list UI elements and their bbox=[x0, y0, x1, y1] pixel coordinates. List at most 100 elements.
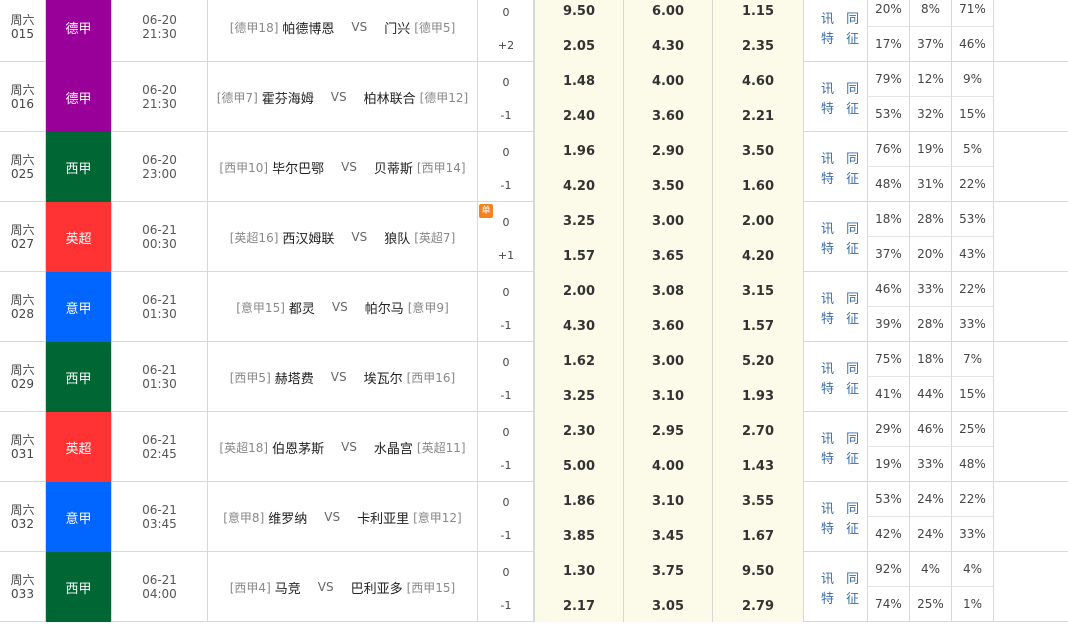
odds-value[interactable]: 3.45 bbox=[624, 529, 712, 544]
odds-value[interactable]: 1.96 bbox=[535, 144, 623, 159]
odds-lose[interactable]: 2.70 1.43 bbox=[713, 412, 804, 482]
odds-value[interactable]: 3.08 bbox=[624, 284, 712, 299]
odds-value[interactable]: 1.57 bbox=[713, 319, 803, 334]
odds-value[interactable]: 3.60 bbox=[624, 319, 712, 334]
odds-value[interactable]: 3.55 bbox=[713, 494, 803, 509]
info-link[interactable]: 讯 同 bbox=[821, 78, 863, 97]
odds-value[interactable]: 4.00 bbox=[624, 459, 712, 474]
away-team-link[interactable]: 门兴 bbox=[384, 18, 410, 37]
odds-value[interactable]: 1.15 bbox=[713, 4, 803, 19]
odds-value[interactable]: 9.50 bbox=[535, 4, 623, 19]
feature-link[interactable]: 特 征 bbox=[821, 588, 863, 607]
odds-value[interactable]: 3.85 bbox=[535, 529, 623, 544]
odds-value[interactable]: 3.00 bbox=[624, 354, 712, 369]
odds-lose[interactable]: 3.15 1.57 bbox=[713, 272, 804, 342]
league-badge[interactable]: 德甲 bbox=[46, 62, 112, 132]
away-team-link[interactable]: 贝蒂斯 bbox=[374, 158, 413, 177]
league-badge[interactable]: 西甲 bbox=[46, 342, 112, 412]
away-team-link[interactable]: 巴利亚多 bbox=[351, 578, 403, 597]
odds-lose[interactable]: 4.60 2.21 bbox=[713, 62, 804, 132]
odds-value[interactable]: 3.10 bbox=[624, 389, 712, 404]
odds-draw[interactable]: 3.00 3.65 bbox=[624, 202, 713, 272]
odds-lose[interactable]: 1.15 2.35 bbox=[713, 0, 804, 62]
odds-value[interactable]: 1.48 bbox=[535, 74, 623, 89]
odds-value[interactable]: 1.67 bbox=[713, 529, 803, 544]
league-badge[interactable]: 意甲 bbox=[46, 272, 112, 342]
odds-win[interactable]: 1.48 2.40 bbox=[534, 62, 624, 132]
odds-value[interactable]: 2.95 bbox=[624, 424, 712, 439]
feature-link[interactable]: 特 征 bbox=[821, 98, 863, 117]
odds-value[interactable]: 1.43 bbox=[713, 459, 803, 474]
odds-value[interactable]: 2.00 bbox=[713, 214, 803, 229]
odds-value[interactable]: 1.86 bbox=[535, 494, 623, 509]
league-badge[interactable]: 意甲 bbox=[46, 482, 112, 552]
odds-lose[interactable]: 2.00 4.20 bbox=[713, 202, 804, 272]
feature-link[interactable]: 特 征 bbox=[821, 168, 863, 187]
odds-value[interactable]: 2.79 bbox=[713, 599, 803, 614]
odds-win[interactable]: 1.96 4.20 bbox=[534, 132, 624, 202]
home-team-link[interactable]: 维罗纳 bbox=[268, 508, 307, 527]
home-team-link[interactable]: 马竞 bbox=[275, 578, 301, 597]
odds-value[interactable]: 1.62 bbox=[535, 354, 623, 369]
odds-value[interactable]: 3.05 bbox=[624, 599, 712, 614]
odds-draw[interactable]: 3.00 3.10 bbox=[624, 342, 713, 412]
feature-link[interactable]: 特 征 bbox=[821, 518, 863, 537]
odds-value[interactable]: 4.60 bbox=[713, 74, 803, 89]
odds-value[interactable]: 1.93 bbox=[713, 389, 803, 404]
home-team-link[interactable]: 赫塔费 bbox=[275, 368, 314, 387]
odds-value[interactable]: 2.90 bbox=[624, 144, 712, 159]
odds-win[interactable]: 3.25 1.57 bbox=[534, 202, 624, 272]
odds-value[interactable]: 2.05 bbox=[535, 39, 623, 54]
odds-value[interactable]: 5.00 bbox=[535, 459, 623, 474]
odds-value[interactable]: 4.30 bbox=[624, 39, 712, 54]
odds-value[interactable]: 2.21 bbox=[713, 109, 803, 124]
home-team-link[interactable]: 霍芬海姆 bbox=[262, 88, 314, 107]
info-link[interactable]: 讯 同 bbox=[821, 218, 863, 237]
away-team-link[interactable]: 卡利亚里 bbox=[357, 508, 409, 527]
home-team-link[interactable]: 伯恩茅斯 bbox=[272, 438, 324, 457]
odds-value[interactable]: 2.35 bbox=[713, 39, 803, 54]
league-badge[interactable]: 德甲 bbox=[46, 0, 112, 62]
odds-lose[interactable]: 3.55 1.67 bbox=[713, 482, 804, 552]
feature-link[interactable]: 特 征 bbox=[821, 448, 863, 467]
odds-value[interactable]: 3.50 bbox=[624, 179, 712, 194]
info-link[interactable]: 讯 同 bbox=[821, 498, 863, 517]
odds-value[interactable]: 4.00 bbox=[624, 74, 712, 89]
odds-value[interactable]: 3.50 bbox=[713, 144, 803, 159]
odds-value[interactable]: 1.60 bbox=[713, 179, 803, 194]
info-link[interactable]: 讯 同 bbox=[821, 288, 863, 307]
league-badge[interactable]: 英超 bbox=[46, 202, 112, 272]
odds-value[interactable]: 1.30 bbox=[535, 564, 623, 579]
odds-value[interactable]: 5.20 bbox=[713, 354, 803, 369]
odds-lose[interactable]: 3.50 1.60 bbox=[713, 132, 804, 202]
away-team-link[interactable]: 柏林联合 bbox=[364, 88, 416, 107]
odds-value[interactable]: 4.20 bbox=[535, 179, 623, 194]
odds-value[interactable]: 2.17 bbox=[535, 599, 623, 614]
feature-link[interactable]: 特 征 bbox=[821, 238, 863, 257]
feature-link[interactable]: 特 征 bbox=[821, 378, 863, 397]
away-team-link[interactable]: 水晶宫 bbox=[374, 438, 413, 457]
info-link[interactable]: 讯 同 bbox=[821, 148, 863, 167]
odds-value[interactable]: 2.30 bbox=[535, 424, 623, 439]
league-badge[interactable]: 西甲 bbox=[46, 132, 112, 202]
odds-value[interactable]: 9.50 bbox=[713, 564, 803, 579]
league-badge[interactable]: 西甲 bbox=[46, 552, 112, 622]
info-link[interactable]: 讯 同 bbox=[821, 8, 863, 27]
odds-draw[interactable]: 3.10 3.45 bbox=[624, 482, 713, 552]
feature-link[interactable]: 特 征 bbox=[821, 308, 863, 327]
odds-value[interactable]: 3.25 bbox=[535, 389, 623, 404]
odds-value[interactable]: 3.25 bbox=[535, 214, 623, 229]
home-team-link[interactable]: 西汉姆联 bbox=[282, 228, 334, 247]
odds-win[interactable]: 2.00 4.30 bbox=[534, 272, 624, 342]
odds-value[interactable]: 1.57 bbox=[535, 249, 623, 264]
odds-value[interactable]: 2.40 bbox=[535, 109, 623, 124]
info-link[interactable]: 讯 同 bbox=[821, 428, 863, 447]
feature-link[interactable]: 特 征 bbox=[821, 28, 863, 47]
odds-win[interactable]: 1.30 2.17 bbox=[534, 552, 624, 622]
odds-value[interactable]: 2.00 bbox=[535, 284, 623, 299]
odds-value[interactable]: 3.65 bbox=[624, 249, 712, 264]
home-team-link[interactable]: 帕德博恩 bbox=[282, 18, 334, 37]
odds-value[interactable]: 3.00 bbox=[624, 214, 712, 229]
odds-draw[interactable]: 4.00 3.60 bbox=[624, 62, 713, 132]
odds-win[interactable]: 9.50 2.05 bbox=[534, 0, 624, 62]
